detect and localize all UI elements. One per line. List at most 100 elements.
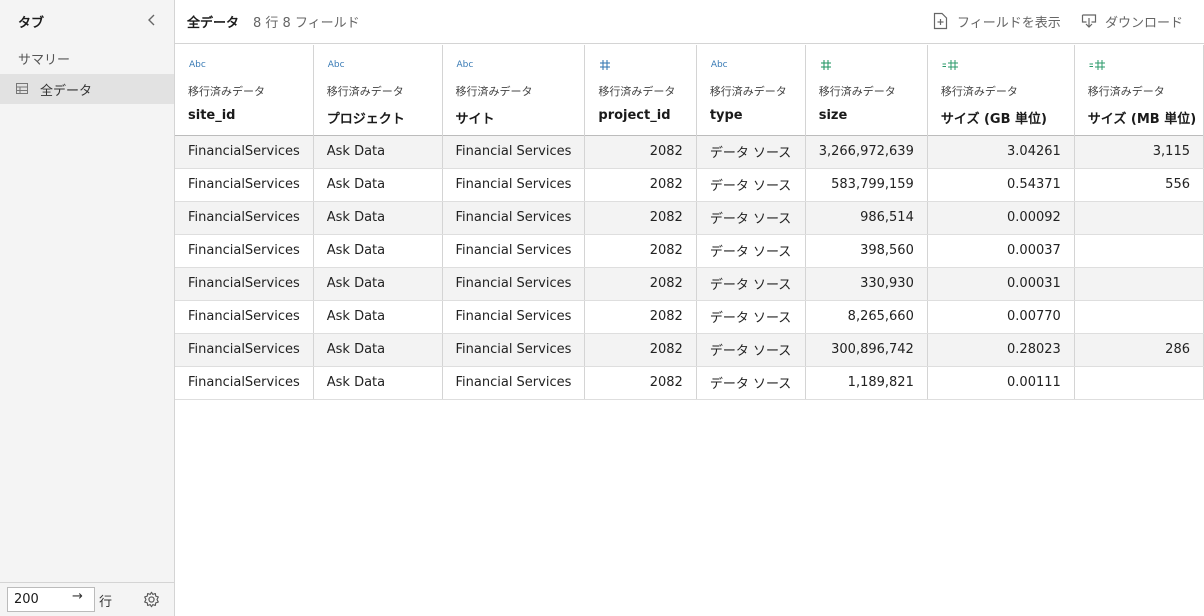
table-cell: FinancialServices — [175, 300, 314, 334]
table-cell: FinancialServices — [175, 135, 314, 169]
table-row: FinancialServices Ask Data Financial Servi… — [175, 333, 1204, 367]
download-button[interactable]: ダウンロード — [1081, 10, 1183, 32]
column-name: サイズ (MB 単位) — [1087, 112, 1197, 127]
column-origin: 移行済みデータ — [709, 85, 787, 98]
table-row: FinancialServices Ask Data Financial Servi… — [175, 168, 1204, 202]
show-fields-button[interactable]: フィールドを表示 — [933, 10, 1061, 32]
add-field-icon — [933, 12, 948, 30]
table-cell: 286 — [1074, 333, 1204, 367]
column-name: プロジェクト — [326, 112, 405, 127]
table-cell: 986,514 — [805, 201, 928, 235]
column-name: type — [709, 108, 743, 123]
table-cell: 330,930 — [805, 267, 928, 301]
table-cell: Ask Data — [313, 366, 443, 400]
table-cell: 0.00037 — [927, 234, 1075, 268]
column-origin: 移行済みデータ — [326, 85, 404, 98]
table-row: FinancialServices Ask Data Financial Servi… — [175, 366, 1204, 400]
column-header[interactable]: 移行済みデータ サイズ (GB 単位) — [927, 45, 1075, 135]
table-cell: Financial Services — [442, 333, 586, 367]
table-cell: 0.00092 — [927, 201, 1075, 235]
data-header: 全データ 8 行 8 フィールド フィールドを表示 ダウンロード — [175, 0, 1204, 44]
column-origin: 移行済みデータ — [940, 85, 1018, 98]
table-cell: 0.54371 — [927, 168, 1075, 202]
row-field-count: 8 行 8 フィールド — [253, 16, 360, 31]
table-cell: データ ソース — [696, 366, 806, 400]
sidebar-item-all-data[interactable]: 全データ — [0, 74, 174, 104]
column-header[interactable]: Abc 移行済みデータ type — [696, 45, 806, 135]
table-cell — [1074, 201, 1204, 235]
table-cell: Ask Data — [313, 267, 443, 301]
table-cell: Financial Services — [442, 201, 586, 235]
apply-row-count-arrow-icon[interactable]: → — [72, 589, 83, 604]
table-row: FinancialServices Ask Data Financial Servi… — [175, 135, 1204, 169]
column-header[interactable]: 移行済みデータサイズ (MB 単位) — [1074, 45, 1204, 135]
sidebar-item-label: 全データ — [40, 84, 93, 99]
table-cell: 583,799,159 — [805, 168, 928, 202]
chevron-left-icon — [148, 14, 155, 26]
column-header[interactable]: Abc 移行済みデータ プロジェクト — [313, 45, 443, 135]
table-cell: 0.28023 — [927, 333, 1075, 367]
table-cell: Financial Services — [442, 300, 586, 334]
table-cell: データ ソース — [696, 234, 806, 268]
sidebar-item-summary[interactable]: サマリー — [18, 49, 70, 68]
table-cell: Financial Services — [442, 267, 586, 301]
table-row: FinancialServices Ask Data Financial Servi… — [175, 234, 1204, 268]
table-cell: 3,266,972,639 — [805, 135, 928, 169]
table-cell: 300,896,742 — [805, 333, 928, 367]
column-origin: 移行済みデータ — [818, 85, 896, 98]
table-cell: 1,189,821 — [805, 366, 928, 400]
table-cell: FinancialServices — [175, 234, 314, 268]
data-table: Abc 移行済みデータ site_id Abc 移行済みデータ プロジェクト Abc 移行済み… — [175, 45, 1204, 400]
calculated-measure-icon — [1089, 60, 1105, 70]
column-name: size — [818, 108, 848, 123]
sidebar: タブ サマリー 全データ → 行 — [0, 0, 175, 616]
column-header[interactable]: 移行済みデータ size — [805, 45, 928, 135]
measure-type-icon — [820, 60, 831, 70]
column-name: project_id — [598, 108, 671, 123]
gear-icon[interactable] — [143, 591, 160, 608]
number-type-icon — [600, 60, 611, 70]
table-header-row: Abc 移行済みデータ site_id Abc 移行済みデータ プロジェクト Abc 移行済み… — [175, 45, 1204, 135]
table-cell: FinancialServices — [175, 333, 314, 367]
table-cell: 0.00031 — [927, 267, 1075, 301]
column-origin: 移行済みデータ — [1087, 85, 1165, 98]
collapse-sidebar-button[interactable] — [144, 11, 160, 29]
column-origin: 移行済みデータ — [598, 85, 676, 98]
table-cell: 556 — [1074, 168, 1204, 202]
string-type-icon: Abc — [456, 60, 474, 70]
table-cell: 2082 — [584, 234, 697, 268]
table-cell: 2082 — [584, 135, 697, 169]
column-origin: 移行済みデータ — [455, 85, 533, 98]
table-cell: データ ソース — [696, 201, 806, 235]
table-icon — [16, 83, 28, 94]
table-cell: 2082 — [584, 333, 697, 367]
page-title: 全データ — [187, 16, 240, 31]
column-origin: 移行済みデータ — [188, 85, 265, 98]
table-row: FinancialServices Ask Data Financial Servi… — [175, 201, 1204, 235]
table-cell: データ ソース — [696, 267, 806, 301]
table-cell: データ ソース — [696, 333, 806, 367]
table-cell: 2082 — [584, 168, 697, 202]
table-cell — [1074, 366, 1204, 400]
column-name: site_id — [188, 108, 236, 123]
sidebar-title: タブ — [18, 16, 45, 31]
column-header[interactable]: 移行済みデータ project_id — [584, 45, 697, 135]
table-cell: 3.04261 — [927, 135, 1075, 169]
table-cell — [1074, 234, 1204, 268]
table-cell: 8,265,660 — [805, 300, 928, 334]
table-cell: 0.00770 — [927, 300, 1075, 334]
table-cell: Financial Services — [442, 135, 586, 169]
column-header[interactable]: Abc 移行済みデータ サイト — [442, 45, 586, 135]
string-type-icon: Abc — [327, 60, 345, 70]
show-fields-label: フィールドを表示 — [957, 15, 1061, 31]
table-cell: Financial Services — [442, 366, 586, 400]
table-cell: Financial Services — [442, 234, 586, 268]
table-body: FinancialServices Ask Data Financial Servi… — [175, 135, 1204, 400]
table-cell: Financial Services — [442, 168, 586, 202]
column-header[interactable]: Abc 移行済みデータ site_id — [175, 45, 314, 135]
table-cell: データ ソース — [696, 300, 806, 334]
table-cell: データ ソース — [696, 135, 806, 169]
table-cell — [1074, 300, 1204, 334]
table-cell: 2082 — [584, 201, 697, 235]
table-cell: 2082 — [584, 267, 697, 301]
